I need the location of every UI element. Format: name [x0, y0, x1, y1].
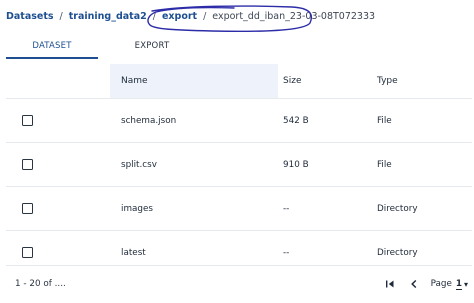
file-name[interactable]: schema.json [110, 99, 278, 142]
pagination-footer: 1 - 20 of .... Page 1 ▾ [6, 265, 472, 302]
first-page-icon[interactable] [383, 277, 397, 291]
page-label: Page [430, 279, 452, 289]
page-number-input[interactable]: 1 [455, 279, 462, 290]
breadcrumb-datasets-link[interactable]: Datasets [6, 11, 54, 22]
column-header-type[interactable]: Type [374, 64, 472, 98]
chevron-down-icon[interactable]: ▾ [464, 280, 468, 289]
breadcrumb: Datasets / training_data2 / export / exp… [6, 8, 375, 24]
row-checkbox[interactable] [22, 247, 33, 258]
breadcrumb-separator: / [59, 10, 63, 22]
table-row[interactable]: split.csv 910 B File [6, 142, 472, 186]
row-checkbox[interactable] [22, 115, 33, 126]
select-column-header [6, 64, 110, 98]
column-header-name[interactable]: Name [110, 64, 278, 98]
file-name[interactable]: split.csv [110, 143, 278, 186]
file-type: File [377, 159, 392, 170]
pagination-controls: Page 1 ▾ [383, 277, 468, 291]
result-range: 1 - 20 of .... [15, 279, 66, 289]
file-size: 542 B [283, 115, 309, 126]
row-checkbox[interactable] [22, 159, 33, 170]
breadcrumb-separator: / [152, 10, 156, 22]
files-table: Name Size Type schema.json 542 B File sp… [6, 64, 472, 274]
column-header-size[interactable]: Size [278, 64, 374, 98]
tab-export[interactable]: EXPORT [106, 34, 198, 58]
prev-page-icon[interactable] [407, 277, 421, 291]
file-type: File [377, 115, 392, 126]
row-checkbox[interactable] [22, 203, 33, 214]
file-type: Directory [377, 203, 418, 214]
breadcrumb-current: export_dd_iban_23-03-08T072333 [212, 10, 376, 22]
breadcrumb-separator: / [203, 10, 207, 22]
tab-bar: DATASET EXPORT [6, 34, 198, 59]
file-name[interactable]: images [110, 187, 278, 230]
file-size: -- [283, 203, 290, 214]
table-row[interactable]: schema.json 542 B File [6, 98, 472, 142]
file-size: 910 B [283, 159, 309, 170]
tab-dataset[interactable]: DATASET [6, 34, 98, 59]
breadcrumb-export-link[interactable]: export [162, 11, 197, 22]
table-header: Name Size Type [6, 64, 472, 98]
table-row[interactable]: images -- Directory [6, 186, 472, 230]
breadcrumb-training-data-link[interactable]: training_data2 [69, 11, 147, 22]
